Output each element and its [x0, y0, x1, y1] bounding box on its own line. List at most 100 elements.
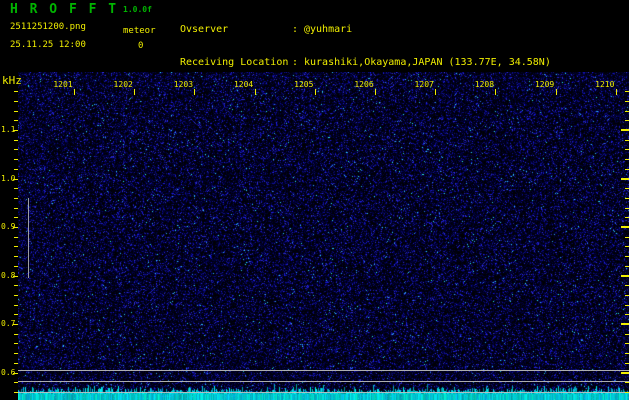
- freq-axis-tick-minor: [14, 353, 18, 355]
- time-axis-label: 1202: [113, 80, 133, 89]
- freq-axis-tick-minor: [14, 343, 18, 345]
- freq-unit-label: kHz: [2, 74, 22, 87]
- info-label: Ovserver: [180, 24, 229, 35]
- carrier-line: [18, 381, 629, 382]
- freq-axis-tick-minor: [625, 353, 629, 355]
- freq-axis-tick-minor: [625, 256, 629, 258]
- freq-axis-tick-minor: [14, 100, 18, 102]
- info-value: kurashiki,Okayama,JAPAN (133.77E, 34.58N…: [304, 57, 551, 68]
- info-separator: :: [292, 24, 299, 35]
- freq-axis-tick-minor: [625, 382, 629, 384]
- freq-axis-tick-minor: [14, 188, 18, 190]
- freq-axis-tick-minor: [14, 391, 18, 393]
- freq-axis-tick-minor: [625, 343, 629, 345]
- freq-axis-tick-minor: [625, 217, 629, 219]
- time-axis-tick: [555, 89, 557, 95]
- freq-axis-tick-minor: [14, 285, 18, 287]
- time-axis-tick: [615, 89, 617, 95]
- freq-axis-tick-minor: [625, 139, 629, 141]
- freq-axis-tick-major: [13, 130, 18, 131]
- freq-axis-tick-major: [621, 177, 629, 180]
- time-axis-label: 1209: [534, 80, 555, 89]
- time-axis-tick: [74, 89, 75, 95]
- freq-axis-tick-major: [13, 227, 18, 228]
- time-axis-label: 1206: [354, 80, 374, 89]
- freq-axis-tick-minor: [14, 120, 18, 122]
- carrier-line: [18, 392, 629, 393]
- freq-axis-tick-minor: [625, 197, 629, 199]
- freq-axis-label: 0.7: [1, 319, 16, 328]
- time-axis-tick: [254, 89, 256, 95]
- freq-axis-tick-minor: [14, 333, 18, 335]
- freq-axis-tick-major: [13, 275, 18, 277]
- freq-axis-label: 1.0: [1, 173, 16, 183]
- time-axis-tick: [375, 89, 376, 95]
- freq-axis-tick-minor: [625, 265, 629, 267]
- time-axis-tick: [495, 89, 497, 95]
- hrofft-window: H R O F F T 1.0.0f 2511251200.png meteor…: [0, 0, 629, 400]
- time-axis-tick: [194, 89, 196, 95]
- freq-axis-tick-minor: [14, 246, 18, 248]
- freq-axis-tick-minor: [625, 110, 629, 112]
- freq-axis-tick-minor: [14, 91, 18, 93]
- freq-axis-tick-minor: [625, 120, 629, 122]
- time-axis-label: 1204: [233, 80, 254, 89]
- info-separator: :: [292, 57, 299, 68]
- freq-axis-tick-minor: [625, 188, 629, 190]
- freq-axis-tick-minor: [625, 168, 629, 170]
- info-row-observer: Ovserver: @yuhmari: [180, 24, 551, 35]
- freq-axis-tick-minor: [14, 362, 18, 364]
- freq-axis-label: 1.1: [1, 125, 16, 134]
- freq-axis-tick-minor: [14, 139, 18, 141]
- freq-axis-tick-minor: [14, 294, 18, 296]
- freq-axis-tick-major: [13, 324, 18, 325]
- time-axis-label: 1208: [474, 80, 495, 89]
- freq-axis-tick-minor: [625, 391, 629, 393]
- freq-axis-tick-minor: [625, 100, 629, 102]
- freq-axis-tick-minor: [14, 110, 18, 112]
- time-axis-tick: [314, 89, 316, 95]
- freq-axis-tick-minor: [625, 91, 629, 93]
- meteor-counter-value: 0: [138, 41, 144, 51]
- freq-axis-tick-major: [13, 372, 18, 374]
- app-version: 1.0.0f: [123, 5, 152, 14]
- time-axis-label: 1203: [173, 80, 194, 89]
- info-row-location: Receiving Location: kurashiki,Okayama,JAP…: [180, 57, 551, 68]
- freq-axis-tick-minor: [625, 236, 629, 238]
- app-title: H R O F F T: [10, 2, 119, 17]
- info-value: @yuhmari: [304, 24, 353, 35]
- freq-axis-tick-minor: [14, 304, 18, 306]
- time-axis-label: 1201: [53, 80, 73, 89]
- freq-axis-tick-minor: [625, 207, 629, 209]
- info-label: Receiving Location: [180, 57, 289, 68]
- time-axis-tick: [134, 89, 136, 95]
- freq-axis-label: 0.8: [1, 270, 16, 280]
- time-axis-label: 1205: [294, 80, 314, 89]
- time-axis-tick: [435, 89, 437, 95]
- freq-axis-tick-major: [621, 323, 629, 325]
- freq-axis-tick-minor: [14, 159, 18, 161]
- freq-axis-tick-major: [621, 371, 629, 374]
- freq-axis-label: 0.6: [1, 367, 16, 377]
- freq-axis-label: 0.9: [1, 222, 16, 231]
- freq-axis-tick-major: [621, 129, 629, 131]
- freq-axis-tick-minor: [14, 265, 18, 267]
- spectrogram-canvas: [18, 72, 629, 400]
- freq-axis-tick-minor: [14, 217, 18, 219]
- freq-axis-tick-minor: [14, 207, 18, 209]
- freq-axis-tick-minor: [625, 333, 629, 335]
- freq-axis-tick-major: [621, 274, 629, 277]
- time-axis-label: 1207: [414, 80, 434, 89]
- timestamp: 25.11.25 12:00: [10, 40, 86, 50]
- freq-axis-tick-minor: [625, 159, 629, 161]
- freq-axis-tick-minor: [625, 149, 629, 151]
- freq-axis-tick-minor: [625, 294, 629, 296]
- freq-axis-tick-minor: [14, 236, 18, 238]
- freq-axis-tick-minor: [14, 197, 18, 199]
- meteor-counter-label: meteor: [123, 26, 156, 36]
- freq-axis-tick-minor: [625, 314, 629, 316]
- freq-axis-tick-minor: [14, 256, 18, 258]
- freq-axis-tick-minor: [14, 382, 18, 384]
- freq-axis-tick-minor: [625, 285, 629, 287]
- freq-axis-tick-major: [13, 178, 18, 180]
